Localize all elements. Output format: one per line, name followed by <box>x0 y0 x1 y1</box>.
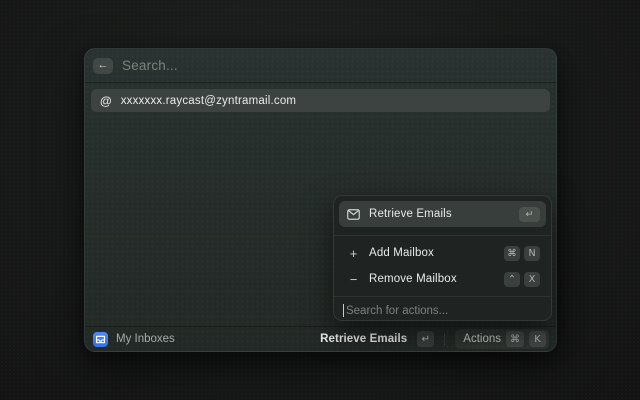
return-key-badge: ↵ <box>519 207 540 222</box>
action-label: Remove Mailbox <box>369 273 495 285</box>
divider <box>444 333 445 346</box>
actions-popup: Retrieve Emails ↵ + Add Mailbox ⌘ N − Re… <box>333 195 552 321</box>
extension-name-label: My Inboxes <box>116 333 175 345</box>
actions-menu-button[interactable]: Actions ⌘ K <box>455 329 549 349</box>
actions-button-label: Actions <box>463 333 501 345</box>
k-key-badge: K <box>529 331 546 347</box>
action-item-add-mailbox[interactable]: + Add Mailbox ⌘ N <box>339 241 546 265</box>
plus-icon: + <box>347 246 360 261</box>
cmd-key-badge: ⌘ <box>506 331 524 347</box>
minus-icon: − <box>347 272 360 287</box>
arrow-left-icon: ← <box>98 60 109 71</box>
n-key-badge: N <box>524 246 540 261</box>
actions-search-row <box>339 301 546 320</box>
action-label: Add Mailbox <box>369 247 495 259</box>
my-inboxes-app-icon <box>93 332 108 347</box>
at-sign-icon: @ <box>100 94 112 108</box>
search-header: ← Search... <box>85 49 556 83</box>
primary-action-button[interactable]: Retrieve Emails <box>320 333 407 345</box>
list-item-email[interactable]: @ xxxxxxx.raycast@zyntramail.com <box>91 89 550 112</box>
search-input[interactable]: Search... <box>122 58 178 73</box>
cmd-key-badge: ⌘ <box>504 246 520 261</box>
return-key-badge: ↵ <box>417 331 434 347</box>
action-label: Retrieve Emails <box>369 208 510 220</box>
ctrl-key-badge: ⌃ <box>504 272 520 287</box>
back-button[interactable]: ← <box>93 58 113 74</box>
x-key-badge: X <box>524 272 540 287</box>
text-cursor <box>343 304 344 317</box>
footer-bar: My Inboxes Retrieve Emails ↵ Actions ⌘ K <box>85 326 556 351</box>
divider <box>334 235 551 236</box>
action-item-retrieve-emails[interactable]: Retrieve Emails ↵ <box>339 201 546 227</box>
divider <box>334 296 551 297</box>
action-item-remove-mailbox[interactable]: − Remove Mailbox ⌃ X <box>339 267 546 291</box>
actions-search-input[interactable] <box>346 305 542 317</box>
envelope-icon <box>347 209 360 220</box>
email-address-label: xxxxxxx.raycast@zyntramail.com <box>121 95 297 107</box>
launcher-window: ← Search... @ xxxxxxx.raycast@zyntramail… <box>84 48 557 352</box>
